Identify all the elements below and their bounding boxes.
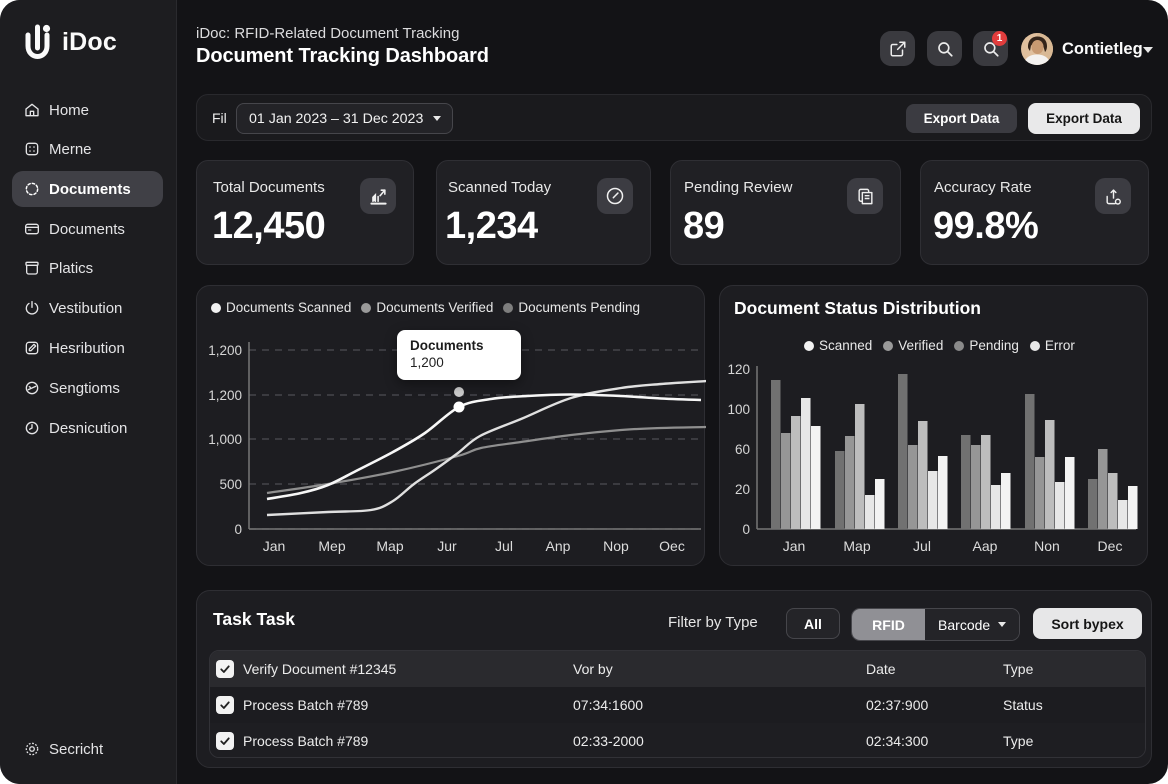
svg-text:Jul: Jul [913, 538, 931, 554]
svg-text:500: 500 [219, 477, 242, 492]
svg-text:Oec: Oec [659, 538, 685, 554]
svg-text:Non: Non [1034, 538, 1060, 554]
svg-text:Jul: Jul [495, 538, 513, 554]
svg-text:20: 20 [735, 482, 750, 497]
svg-text:Mep: Mep [318, 538, 345, 554]
svg-text:Map: Map [376, 538, 403, 554]
svg-text:0: 0 [742, 522, 750, 537]
svg-text:Jan: Jan [263, 538, 286, 554]
svg-text:Aap: Aap [973, 538, 998, 554]
svg-text:Jur: Jur [437, 538, 457, 554]
svg-text:1,000: 1,000 [208, 432, 242, 447]
svg-text:Jan: Jan [783, 538, 806, 554]
svg-text:120: 120 [727, 362, 750, 377]
svg-text:100: 100 [727, 402, 750, 417]
svg-text:Dec: Dec [1098, 538, 1123, 554]
svg-text:Anp: Anp [546, 538, 571, 554]
svg-text:1,200: 1,200 [208, 388, 242, 403]
svg-text:Map: Map [843, 538, 870, 554]
svg-text:0: 0 [234, 522, 242, 537]
svg-text:Nop: Nop [603, 538, 629, 554]
svg-text:1,200: 1,200 [208, 343, 242, 358]
svg-text:60: 60 [735, 442, 750, 457]
